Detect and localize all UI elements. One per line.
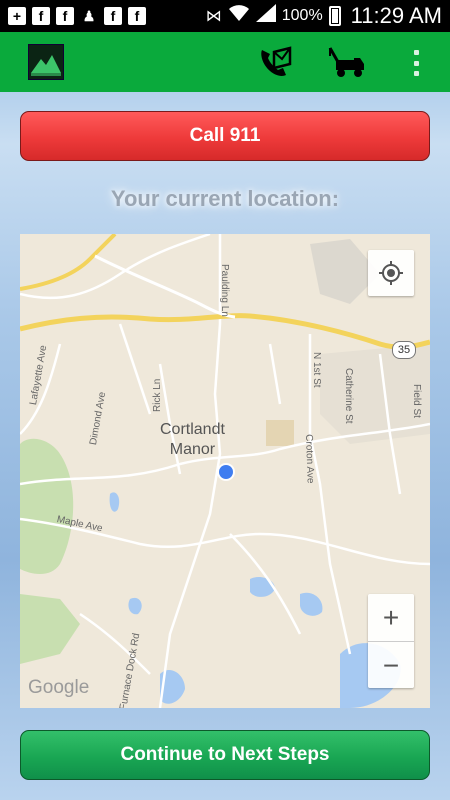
tow-truck-icon[interactable] — [326, 44, 364, 80]
facebook-icon: f — [56, 7, 74, 25]
plus-icon: + — [8, 7, 26, 25]
zoom-in-button[interactable]: + — [368, 594, 414, 641]
zoom-out-button[interactable]: − — [368, 641, 414, 689]
phone-icon[interactable] — [256, 44, 294, 80]
place-name: Cortlandt Manor — [160, 420, 225, 460]
map-view[interactable]: Paulding Ln Lafayette Ave Dimond Ave Ric… — [20, 234, 430, 708]
road-label: Rick Ln — [152, 378, 163, 412]
add-user-icon: ♟ — [82, 8, 96, 24]
call-911-button[interactable]: Call 911 — [20, 111, 430, 161]
road-label: N 1st St — [311, 352, 322, 388]
overflow-menu-icon[interactable] — [414, 50, 422, 76]
zoom-controls: + − — [368, 594, 414, 688]
google-attribution: Google — [28, 677, 90, 698]
road-label: Paulding Ln — [219, 264, 230, 317]
wifi-icon — [228, 4, 250, 28]
continue-next-steps-button[interactable]: Continue to Next Steps — [20, 730, 430, 780]
my-location-button[interactable] — [368, 250, 414, 296]
road-label: Field St — [411, 384, 422, 418]
mute-icon: ⋈ — [205, 8, 222, 25]
battery-icon — [328, 6, 341, 26]
app-bar — [0, 32, 450, 92]
place-name-line2: Manor — [169, 441, 216, 458]
road-label: Catherine St — [343, 368, 354, 424]
facebook-icon: f — [104, 7, 122, 25]
clock: 11:29 AM — [350, 3, 442, 28]
battery-percent: 100% — [281, 7, 323, 24]
notification-icons: + f f ♟ f f — [0, 7, 146, 25]
status-bar: + f f ♟ f f ⋈ 100% 11:29 AM — [0, 0, 450, 32]
road-label: Croton Ave — [303, 434, 316, 484]
app-logo[interactable] — [28, 44, 64, 80]
signal-icon — [255, 4, 276, 28]
facebook-icon: f — [32, 7, 50, 25]
crosshair-icon — [379, 261, 403, 285]
system-indicators: ⋈ 100% 11:29 AM — [206, 3, 450, 29]
place-name-line1: Cortlandt — [160, 421, 225, 438]
location-heading: Your current location: — [110, 186, 340, 211]
facebook-icon: f — [128, 7, 146, 25]
route-shield: 35 — [392, 341, 416, 359]
